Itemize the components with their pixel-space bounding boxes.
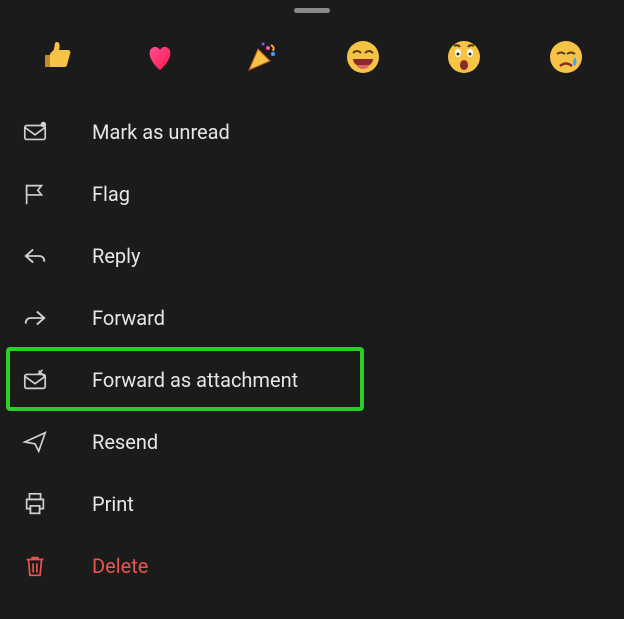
surprised-icon bbox=[446, 39, 482, 75]
drag-handle[interactable] bbox=[294, 8, 330, 13]
resend-icon bbox=[22, 429, 92, 455]
menu-list: Mark as unread Flag Reply bbox=[0, 101, 624, 597]
menu-item-print[interactable]: Print bbox=[0, 473, 624, 535]
print-icon bbox=[22, 491, 92, 517]
forward-attachment-icon bbox=[22, 367, 92, 393]
laugh-icon bbox=[345, 39, 381, 75]
reaction-surprised[interactable] bbox=[444, 37, 484, 77]
sad-icon bbox=[548, 39, 584, 75]
mark-unread-icon bbox=[22, 119, 92, 145]
menu-item-label: Print bbox=[92, 492, 134, 516]
menu-item-label: Reply bbox=[92, 244, 141, 268]
thumbs-up-icon bbox=[41, 40, 75, 74]
menu-item-reply[interactable]: Reply bbox=[0, 225, 624, 287]
menu-item-label: Forward as attachment bbox=[92, 368, 298, 392]
reaction-heart[interactable] bbox=[140, 37, 180, 77]
party-icon bbox=[244, 40, 278, 74]
menu-item-label: Delete bbox=[92, 554, 148, 578]
menu-item-delete[interactable]: Delete bbox=[0, 535, 624, 597]
menu-item-label: Mark as unread bbox=[92, 120, 230, 144]
heart-icon bbox=[143, 40, 177, 74]
menu-item-mark-unread[interactable]: Mark as unread bbox=[0, 101, 624, 163]
forward-icon bbox=[22, 305, 92, 331]
reaction-party[interactable] bbox=[241, 37, 281, 77]
menu-item-forward-attachment[interactable]: Forward as attachment bbox=[0, 349, 624, 411]
menu-item-label: Forward bbox=[92, 306, 165, 330]
menu-item-forward[interactable]: Forward bbox=[0, 287, 624, 349]
delete-icon bbox=[22, 553, 92, 579]
menu-item-label: Flag bbox=[92, 182, 130, 206]
reaction-row bbox=[0, 27, 624, 87]
menu-item-label: Resend bbox=[92, 430, 158, 454]
reaction-laugh[interactable] bbox=[343, 37, 383, 77]
reaction-sad[interactable] bbox=[546, 37, 586, 77]
reaction-thumbs-up[interactable] bbox=[38, 37, 78, 77]
context-menu-sheet: Mark as unread Flag Reply bbox=[0, 8, 624, 619]
menu-item-flag[interactable]: Flag bbox=[0, 163, 624, 225]
menu-item-resend[interactable]: Resend bbox=[0, 411, 624, 473]
flag-icon bbox=[22, 181, 92, 207]
reply-icon bbox=[22, 243, 92, 269]
